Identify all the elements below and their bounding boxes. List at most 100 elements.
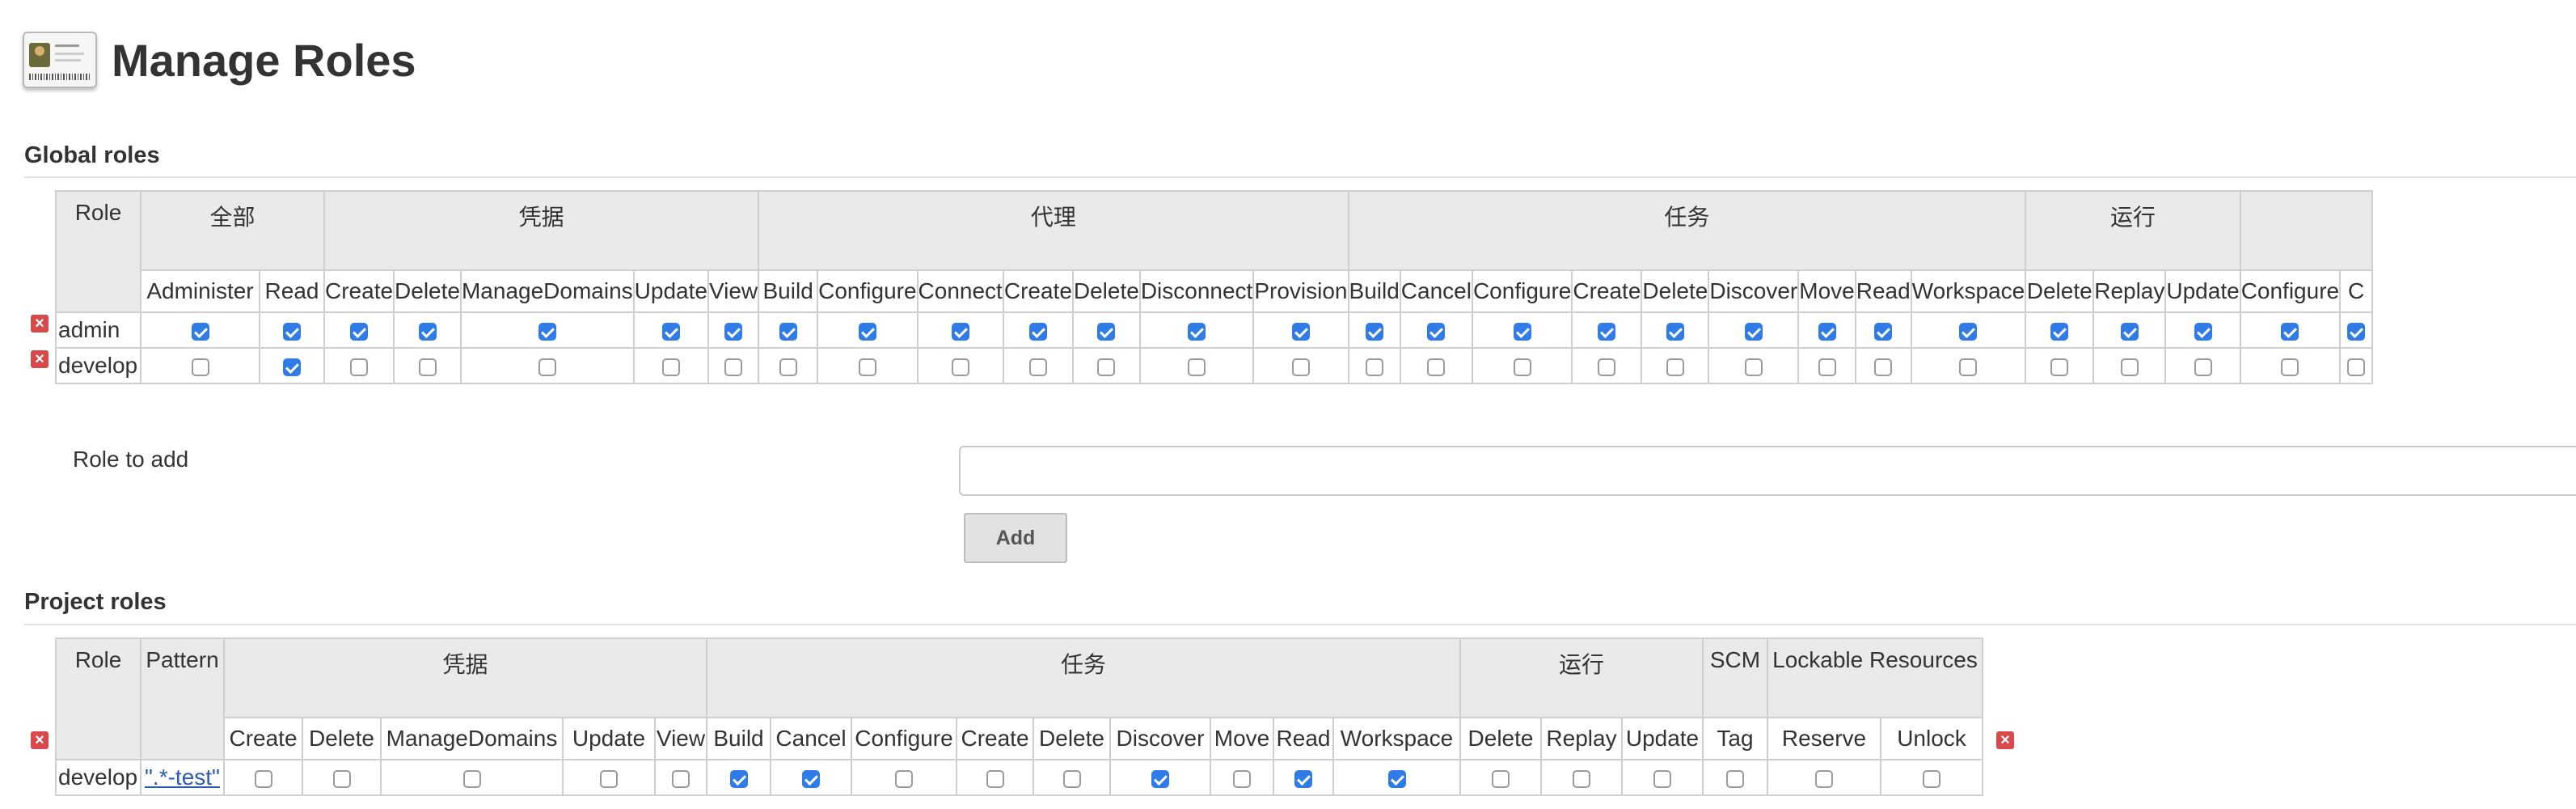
delete-role-icon[interactable]: × bbox=[31, 350, 49, 368]
permission-checkbox[interactable] bbox=[1188, 358, 1206, 376]
permission-checkbox[interactable] bbox=[951, 358, 969, 376]
permission-checkbox[interactable] bbox=[2347, 322, 2366, 341]
permission-checkbox[interactable] bbox=[986, 769, 1004, 788]
permission-checkbox[interactable] bbox=[1291, 322, 1310, 341]
project-roles-table: Role Pattern 凭据 任务 运行 SCM Lockable Resources… bbox=[55, 637, 1983, 796]
permission-checkbox[interactable] bbox=[1598, 322, 1616, 341]
permission-checkbox[interactable] bbox=[1666, 358, 1684, 376]
permission-cell bbox=[1702, 759, 1768, 796]
permission-column-header: Reserve bbox=[1767, 717, 1881, 760]
permission-checkbox[interactable] bbox=[350, 358, 369, 376]
permission-column-header: Tag bbox=[1702, 717, 1768, 760]
pattern-link[interactable]: ".*-test" bbox=[145, 765, 220, 790]
global-permission-header-row: Administer Read Create Delete ManageDomains U… bbox=[56, 269, 2374, 313]
permission-checkbox[interactable] bbox=[2347, 358, 2366, 376]
permission-checkbox[interactable] bbox=[1744, 358, 1763, 376]
permission-checkbox[interactable] bbox=[1097, 358, 1116, 376]
permission-checkbox[interactable] bbox=[1062, 769, 1081, 788]
permission-checkbox[interactable] bbox=[895, 769, 913, 788]
permission-checkbox[interactable] bbox=[2120, 358, 2139, 376]
permission-column-header: Unlock bbox=[1880, 717, 1983, 760]
delete-project-role-icon[interactable]: × bbox=[1996, 731, 2014, 749]
permission-checkbox[interactable] bbox=[1365, 322, 1383, 341]
permission-checkbox[interactable] bbox=[600, 769, 618, 788]
permission-checkbox[interactable] bbox=[1513, 358, 1531, 376]
permission-checkbox[interactable] bbox=[779, 322, 797, 341]
permission-checkbox[interactable] bbox=[1573, 769, 1590, 788]
permission-checkbox[interactable] bbox=[779, 358, 797, 376]
permission-checkbox[interactable] bbox=[858, 322, 876, 341]
permission-checkbox[interactable] bbox=[1818, 358, 1836, 376]
role-to-add-input[interactable] bbox=[959, 446, 2576, 496]
permission-checkbox[interactable] bbox=[1959, 358, 1978, 376]
permission-checkbox[interactable] bbox=[2050, 358, 2069, 376]
permission-checkbox[interactable] bbox=[802, 769, 820, 788]
permission-checkbox[interactable] bbox=[1959, 322, 1978, 341]
permission-checkbox[interactable] bbox=[418, 322, 437, 341]
permission-checkbox[interactable] bbox=[350, 322, 369, 341]
permission-checkbox[interactable] bbox=[661, 358, 680, 376]
permission-checkbox[interactable] bbox=[1097, 322, 1116, 341]
permission-checkbox[interactable] bbox=[1028, 358, 1047, 376]
permission-checkbox[interactable] bbox=[1387, 769, 1406, 788]
permission-checkbox[interactable] bbox=[672, 769, 690, 788]
permission-checkbox[interactable] bbox=[283, 358, 301, 376]
permission-checkbox[interactable] bbox=[661, 322, 680, 341]
permission-checkbox[interactable] bbox=[1233, 769, 1251, 788]
permission-checkbox[interactable] bbox=[462, 769, 481, 788]
permission-checkbox[interactable] bbox=[538, 358, 556, 376]
permission-checkbox[interactable] bbox=[1492, 769, 1510, 788]
permission-checkbox[interactable] bbox=[1427, 358, 1446, 376]
permission-checkbox[interactable] bbox=[538, 322, 556, 341]
permission-checkbox[interactable] bbox=[724, 322, 743, 341]
permission-checkbox[interactable] bbox=[2281, 322, 2299, 341]
permission-checkbox[interactable] bbox=[2281, 358, 2299, 376]
add-role-button[interactable]: Add bbox=[964, 513, 1067, 563]
permission-checkbox[interactable] bbox=[283, 322, 301, 341]
permission-cell bbox=[707, 347, 760, 384]
permission-checkbox[interactable] bbox=[858, 358, 876, 376]
permission-checkbox[interactable] bbox=[1653, 769, 1671, 788]
permission-group-header: 凭据 bbox=[323, 190, 760, 271]
permission-checkbox[interactable] bbox=[191, 358, 209, 376]
permission-checkbox[interactable] bbox=[418, 358, 437, 376]
permission-checkbox[interactable] bbox=[1291, 358, 1310, 376]
permission-checkbox[interactable] bbox=[1365, 358, 1383, 376]
permission-checkbox[interactable] bbox=[1666, 322, 1684, 341]
permission-checkbox[interactable] bbox=[1726, 769, 1744, 788]
permission-checkbox[interactable] bbox=[2194, 322, 2212, 341]
permission-column-header: Cancel bbox=[1399, 269, 1473, 313]
permission-checkbox[interactable] bbox=[1923, 769, 1940, 788]
delete-role-icon[interactable]: × bbox=[31, 315, 49, 332]
permission-column-header: ManageDomains bbox=[459, 269, 635, 313]
permission-checkbox[interactable] bbox=[1818, 322, 1836, 341]
delete-role-icon[interactable]: × bbox=[31, 731, 49, 749]
permission-checkbox[interactable] bbox=[254, 769, 272, 788]
permission-group-header: 运行 bbox=[2025, 190, 2241, 271]
permission-checkbox[interactable] bbox=[1744, 322, 1763, 341]
permission-checkbox[interactable] bbox=[332, 769, 351, 788]
permission-checkbox[interactable] bbox=[1028, 322, 1047, 341]
permission-checkbox[interactable] bbox=[1188, 322, 1206, 341]
permission-checkbox[interactable] bbox=[1151, 769, 1169, 788]
permission-checkbox[interactable] bbox=[2194, 358, 2212, 376]
permission-cell bbox=[1138, 311, 1255, 349]
permission-checkbox[interactable] bbox=[1427, 322, 1446, 341]
permission-checkbox[interactable] bbox=[1874, 322, 1893, 341]
permission-checkbox[interactable] bbox=[191, 322, 209, 341]
permission-cell bbox=[1071, 347, 1141, 384]
permission-column-header: Read bbox=[1854, 269, 1912, 313]
permission-checkbox[interactable] bbox=[1513, 322, 1531, 341]
permission-checkbox[interactable] bbox=[1874, 358, 1893, 376]
permission-checkbox[interactable] bbox=[951, 322, 969, 341]
permission-checkbox[interactable] bbox=[1294, 769, 1312, 788]
permission-checkbox[interactable] bbox=[2120, 322, 2139, 341]
permission-cell bbox=[758, 347, 819, 384]
permission-cell bbox=[302, 759, 382, 796]
permission-checkbox[interactable] bbox=[1598, 358, 1616, 376]
permission-checkbox[interactable] bbox=[724, 358, 743, 376]
permission-column-header: Delete bbox=[1459, 717, 1542, 760]
permission-checkbox[interactable] bbox=[1815, 769, 1833, 788]
permission-checkbox[interactable] bbox=[2050, 322, 2069, 341]
permission-checkbox[interactable] bbox=[729, 769, 748, 788]
